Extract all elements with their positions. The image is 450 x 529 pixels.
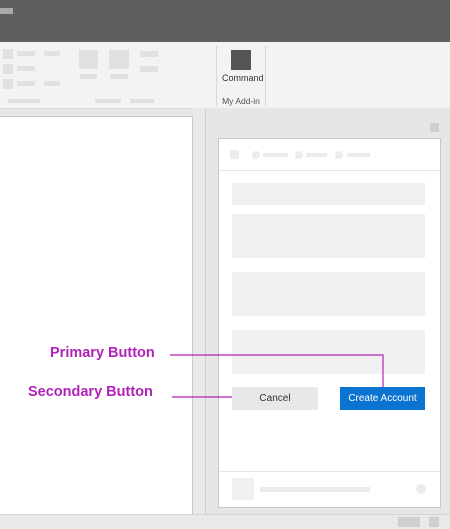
primary-callout-line bbox=[170, 354, 384, 387]
view-toggle-placeholder[interactable] bbox=[429, 517, 439, 527]
callout-leader-lines bbox=[170, 354, 384, 398]
status-bar bbox=[0, 514, 450, 529]
view-toggle-placeholder[interactable] bbox=[398, 517, 420, 527]
